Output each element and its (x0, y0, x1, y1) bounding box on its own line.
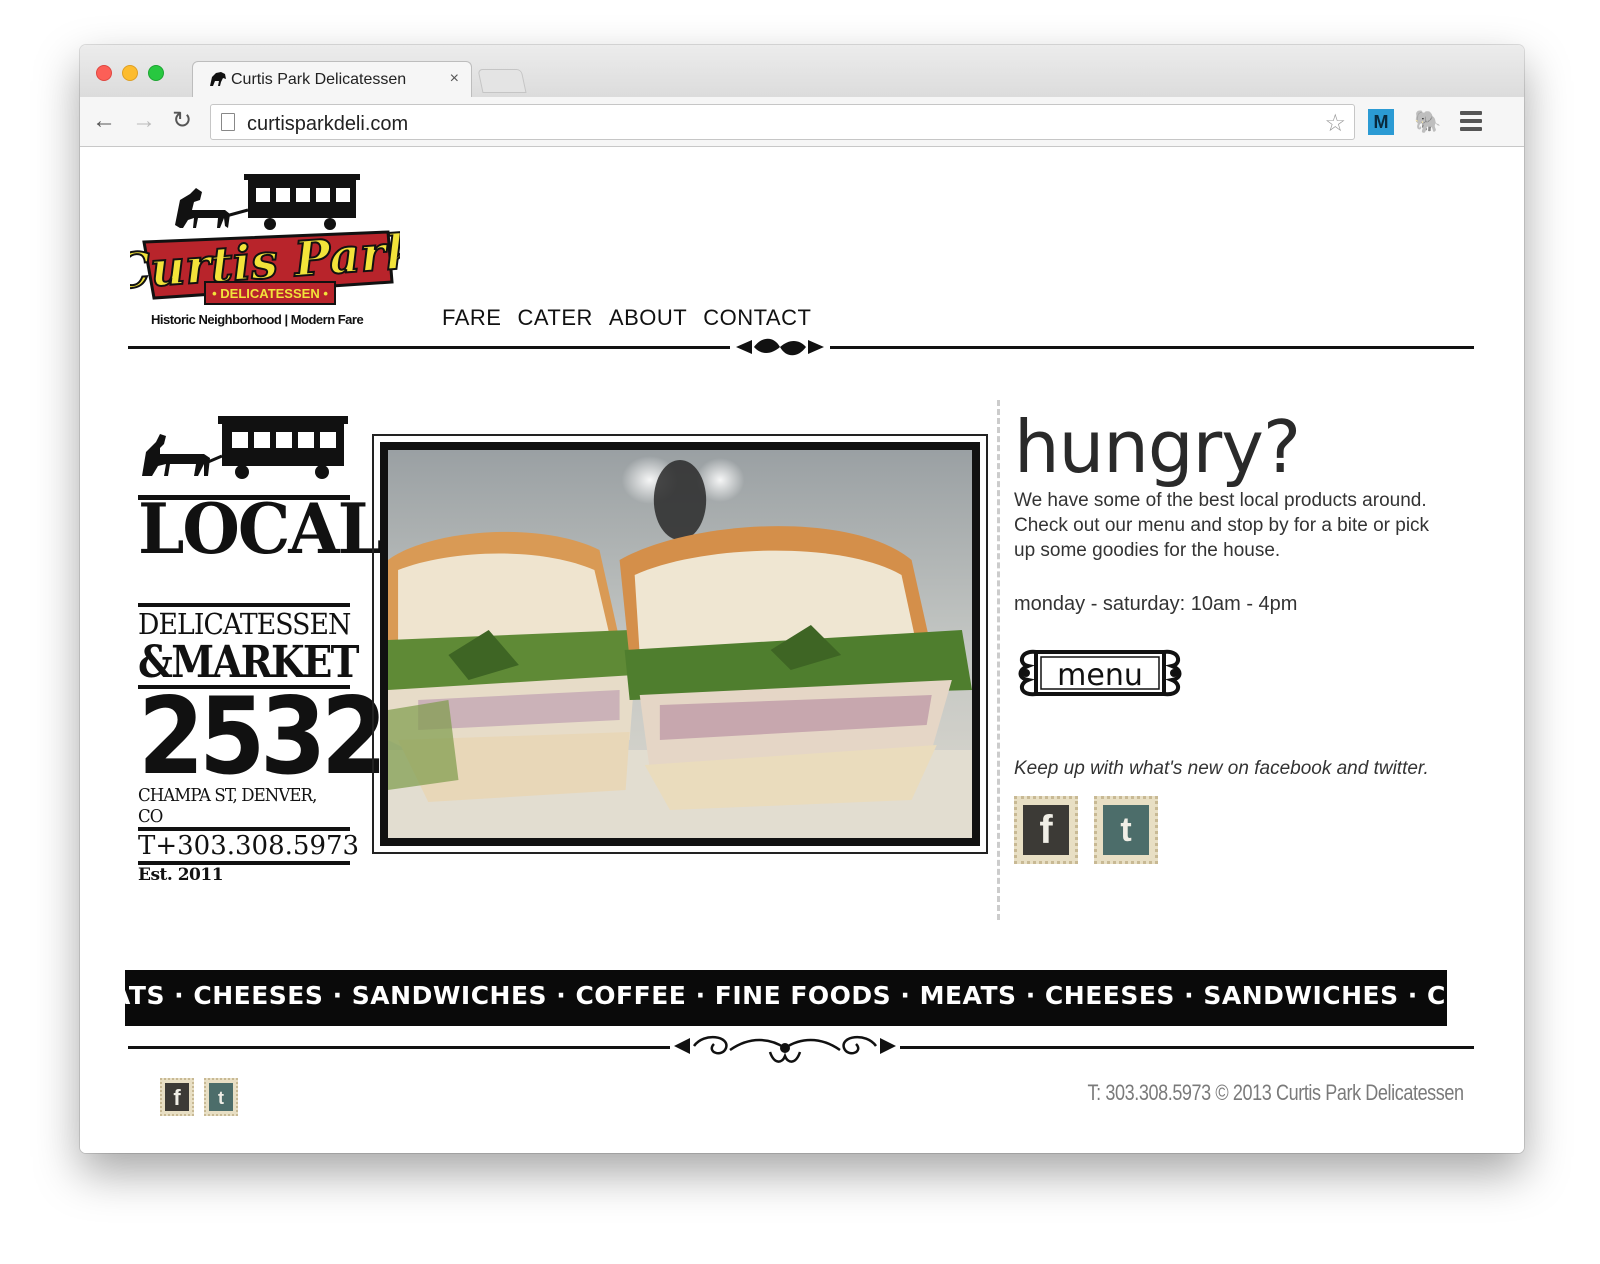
intro-text: We have some of the best local products … (1014, 490, 1430, 561)
footer-facebook-icon[interactable]: f (160, 1078, 194, 1116)
curtis-park-logo[interactable]: • DELICATESSEN • Curtis Park (130, 170, 400, 330)
twitter-glyph: t (1103, 805, 1149, 855)
horse-favicon-icon (210, 72, 226, 86)
web-page: • DELICATESSEN • Curtis Park Historic Ne… (80, 148, 1524, 1153)
back-arrow-icon[interactable]: ← (92, 109, 116, 133)
facebook-stamp-icon[interactable]: f (1014, 796, 1078, 864)
reload-icon[interactable]: ↻ (172, 109, 192, 133)
hamburger-menu-icon[interactable] (1460, 111, 1482, 135)
nav-about[interactable]: ABOUT (609, 305, 687, 331)
main-nav: FARE CATER ABOUT CONTACT (442, 305, 811, 331)
url-text[interactable]: curtisparkdeli.com (247, 113, 408, 136)
bookmark-star-icon[interactable]: ☆ (1324, 109, 1346, 138)
featured-photo-frame (372, 434, 988, 854)
page-icon (221, 113, 235, 131)
horse-trolley-icon (142, 416, 348, 479)
nav-fare[interactable]: FARE (442, 305, 501, 331)
local-badge: LOCAL (138, 410, 384, 570)
address-block: DELICATESSEN &MARKET 2532 CHAMPA ST, DEN… (138, 603, 387, 885)
footer-facebook-glyph: f (165, 1083, 189, 1111)
sandwich-image (388, 450, 972, 838)
hungry-panel: hungry? We have some of the best local p… (1014, 406, 1454, 864)
menu-button-label: menu (1057, 658, 1143, 693)
flourish-ornament-icon (730, 338, 830, 356)
extension-m-icon[interactable]: M (1368, 109, 1394, 135)
products-banner: ATS · CHEESES · SANDWICHES · COFFEE · FI… (125, 970, 1447, 1026)
footer-twitter-glyph: t (209, 1083, 233, 1111)
hours-text: monday - saturday: 10am - 4pm (1014, 593, 1298, 615)
street-number: 2532 (138, 675, 387, 798)
facebook-glyph: f (1023, 805, 1069, 855)
social-prompt: Keep up with what's new on facebook and … (1014, 758, 1429, 779)
deli-word: DELICATESSEN (138, 607, 351, 641)
tab-title: Curtis Park Delicatessen (231, 71, 407, 88)
street-address: CHAMPA ST, DENVER, CO (138, 785, 317, 827)
menu-button[interactable]: menu (1014, 644, 1186, 702)
new-tab-button[interactable] (477, 69, 527, 93)
tab-bar: Curtis Park Delicatessen × (80, 45, 1524, 97)
sandwich-photo (380, 442, 980, 846)
close-window-button[interactable] (96, 65, 112, 81)
tab-close-icon[interactable]: × (450, 70, 459, 88)
logo-tagline: Historic Neighborhood | Modern Fare (151, 312, 364, 327)
twitter-stamp-icon[interactable]: t (1094, 796, 1158, 864)
social-links: f t (1014, 796, 1454, 864)
logo-name-text: Curtis Park (130, 223, 400, 300)
browser-tab[interactable]: Curtis Park Delicatessen × (192, 61, 472, 97)
banner-text: ATS · CHEESES · SANDWICHES · COFFEE · FI… (125, 981, 1447, 1010)
footer-twitter-icon[interactable]: t (204, 1078, 238, 1116)
forward-arrow-icon[interactable]: → (132, 109, 156, 133)
browser-window: Curtis Park Delicatessen × ← → ↻ curtisp… (80, 45, 1524, 1153)
footer-social-links: f t (160, 1078, 238, 1116)
nav-cater[interactable]: CATER (517, 305, 592, 331)
address-bar[interactable]: curtisparkdeli.com ☆ (210, 104, 1355, 140)
copyright-text: T: 303.308.5973 © 2013 Curtis Park Delic… (1087, 1080, 1465, 1105)
minimize-window-button[interactable] (122, 65, 138, 81)
browser-toolbar: ← → ↻ curtisparkdeli.com ☆ M 🐘 (80, 97, 1524, 147)
local-word: LOCAL (138, 488, 384, 570)
hungry-heading: hungry? (1014, 405, 1301, 489)
footer-flourish-icon (670, 1036, 900, 1063)
zoom-window-button[interactable] (148, 65, 164, 81)
evernote-icon[interactable]: 🐘 (1414, 109, 1441, 135)
established-year: Est. 2011 (138, 865, 224, 885)
column-divider (997, 400, 1000, 920)
phone-number: T+303.308.5973 (138, 831, 360, 861)
nav-contact[interactable]: CONTACT (703, 305, 811, 331)
